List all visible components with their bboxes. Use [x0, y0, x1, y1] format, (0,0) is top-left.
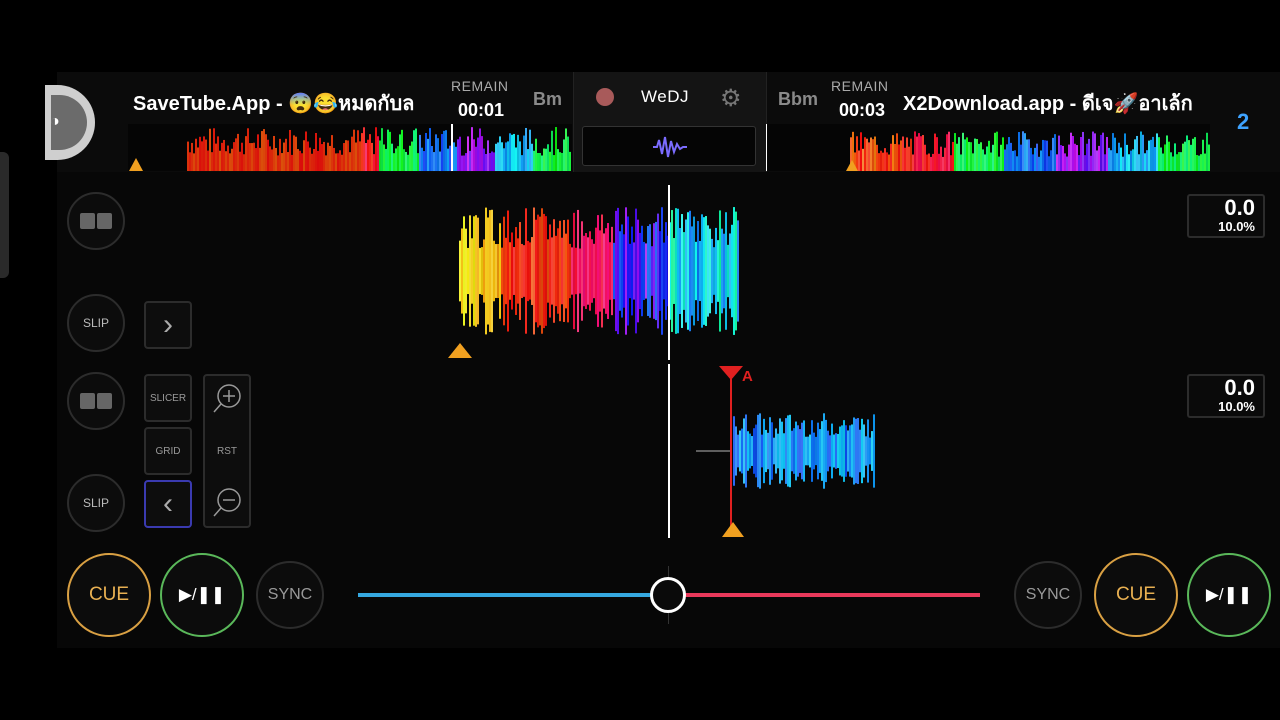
crossfader-knob[interactable]: [650, 577, 686, 613]
deck-a-main-cue-triangle: [448, 343, 472, 358]
deck-a-track-title[interactable]: SaveTube.App - 😨😂หมดกับล: [133, 87, 433, 119]
grid-button[interactable]: GRID: [144, 427, 192, 475]
slicer-button[interactable]: SLICER: [144, 374, 192, 422]
zoom-in-icon[interactable]: [211, 382, 243, 416]
deck-b-track-title[interactable]: X2Download.app - ดีเจ🚀อาเล้ก: [903, 87, 1208, 119]
zoom-reset-button[interactable]: RST: [217, 446, 237, 457]
deck-b-play-pause-button[interactable]: ▶/❚❚: [1187, 553, 1271, 637]
deck-b-overview-waveform[interactable]: [766, 124, 1210, 171]
deck-a-pitch-value: 0.0: [1224, 195, 1255, 220]
deck-b-main-waveform[interactable]: [660, 362, 900, 540]
deck-b-slip-button[interactable]: SLIP: [67, 474, 125, 532]
crossfader-track-right: [668, 593, 980, 597]
deck-a-key: Bm: [533, 89, 563, 109]
deck-b-hotcue-marker: [719, 366, 743, 380]
deck-a-slip-button[interactable]: SLIP: [67, 294, 125, 352]
deck-a-pitch-display[interactable]: 0.0 10.0%: [1187, 194, 1265, 238]
side-panel-handle[interactable]: [0, 152, 9, 278]
deck-b-main-cue-triangle: [722, 522, 744, 537]
brand-logo: WeDJ: [641, 87, 689, 106]
deck-a-cue-button[interactable]: CUE: [67, 553, 151, 637]
deck-a-remain-time: 00:01: [458, 100, 505, 120]
deck-a-sync-button[interactable]: SYNC: [256, 561, 324, 629]
chevron-right-icon: ›: [163, 308, 173, 341]
deck-a-toggle-button[interactable]: [67, 192, 125, 250]
browser-half-circle-icon: ◑: [50, 113, 60, 130]
zoom-out-icon[interactable]: [211, 486, 243, 520]
deck-b-number[interactable]: 2: [1237, 109, 1249, 135]
deck-b-cue-button[interactable]: CUE: [1094, 553, 1178, 637]
deck-b-pitch-range: 10.0%: [1218, 399, 1255, 414]
deck-b-remain-time: 00:03: [839, 100, 886, 120]
waveform-icon: [653, 136, 687, 158]
deck-b-sync-button[interactable]: SYNC: [1014, 561, 1082, 629]
deck-a-overview-waveform[interactable]: [128, 124, 572, 171]
gear-icon[interactable]: ⚙: [720, 84, 742, 113]
deck-a-play-pause-button[interactable]: ▶/❚❚: [160, 553, 244, 637]
deck-b-key: Bbm: [778, 89, 818, 109]
deck-b-prev-button[interactable]: ‹: [144, 480, 192, 528]
record-button[interactable]: [596, 88, 614, 106]
dual-deck-icon: [80, 393, 112, 409]
deck-a-cue-triangle: [129, 158, 143, 171]
grid-label: GRID: [155, 445, 181, 457]
deck-a-next-button[interactable]: ›: [144, 301, 192, 349]
deck-b-pitch-display[interactable]: 0.0 10.0%: [1187, 374, 1265, 418]
slip-label: SLIP: [82, 496, 109, 510]
dual-deck-icon: [80, 213, 112, 229]
waveform-view-button[interactable]: [582, 126, 756, 166]
zoom-panel: RST: [203, 374, 251, 528]
slip-label: SLIP: [82, 316, 109, 330]
deck-b-remain-label: REMAIN: [831, 78, 889, 94]
deck-a-remain-label: REMAIN: [451, 78, 509, 94]
deck-b-toggle-button[interactable]: [67, 372, 125, 430]
crossfader-track-left: [358, 593, 668, 597]
deck-a-main-waveform[interactable]: [440, 185, 760, 360]
deck-b-hotcue-label: A: [742, 368, 753, 385]
deck-a-pitch-range: 10.0%: [1218, 219, 1255, 234]
slicer-label: SLICER: [149, 392, 187, 404]
deck-b-pitch-value: 0.0: [1224, 375, 1255, 400]
chevron-left-icon: ‹: [163, 487, 173, 520]
